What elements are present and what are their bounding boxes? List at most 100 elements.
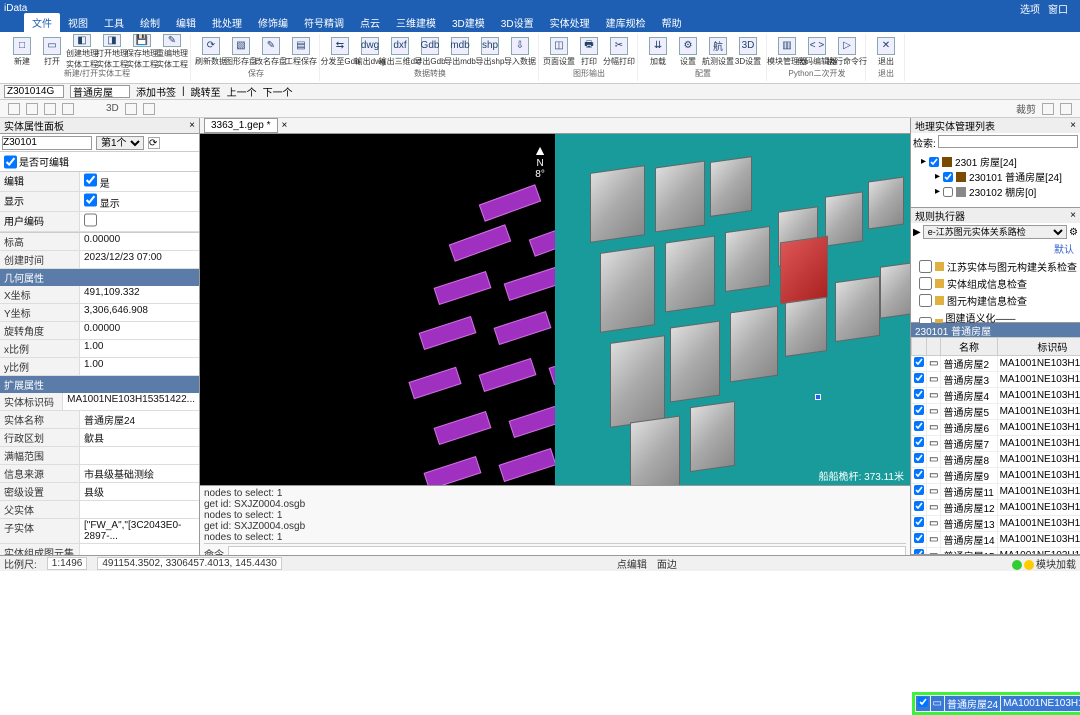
menu-tab[interactable]: 帮助 (654, 13, 690, 32)
menu-tab[interactable]: 符号精调 (296, 13, 352, 32)
building-3d[interactable] (730, 306, 778, 383)
table-row[interactable]: ▭普通房屋11MA1001NE103H1535... (912, 484, 1080, 500)
close-icon[interactable]: × (189, 120, 195, 131)
row-checkbox[interactable] (914, 485, 924, 495)
building-2d[interactable] (509, 404, 555, 438)
refresh-icon[interactable]: ⟳ (148, 137, 160, 149)
tree-node[interactable]: ▸ 230101 普通房屋[24] (913, 169, 1078, 184)
building-2d[interactable] (419, 316, 477, 350)
prop-row[interactable]: x比例1.00 (0, 340, 199, 358)
prop-row[interactable]: y比例1.00 (0, 358, 199, 376)
building-2d[interactable] (449, 224, 512, 261)
row-checkbox[interactable] (914, 421, 924, 431)
ribbon-button[interactable]: dxf输出三维dxf (386, 37, 414, 67)
building-3d[interactable] (835, 276, 880, 342)
anchor-marker-3d[interactable] (815, 394, 821, 400)
code-input[interactable] (4, 85, 64, 98)
tool-icon[interactable] (26, 103, 38, 115)
tool-icon[interactable] (1042, 103, 1054, 115)
tool-icon[interactable] (125, 103, 137, 115)
ribbon-button[interactable]: ◨打开地理实体工程 (98, 37, 126, 67)
editable-checkbox[interactable] (4, 155, 17, 169)
building-2d[interactable] (408, 367, 461, 400)
rule-item[interactable]: 图元构建信息检查 (913, 292, 1078, 309)
prop-checkbox[interactable] (84, 173, 97, 187)
ribbon-button[interactable]: ✎重编地理实体工程 (158, 37, 186, 67)
building-3d[interactable] (825, 191, 863, 246)
prop-row[interactable]: 信息来源市县级基础测绘 (0, 465, 199, 483)
menu-tab[interactable]: 修饰编 (250, 13, 296, 32)
close-icon[interactable]: × (282, 120, 288, 131)
menu-tab[interactable]: 点云 (352, 13, 388, 32)
row-checkbox[interactable] (914, 469, 924, 479)
default-link[interactable]: 默认 (911, 241, 1080, 256)
opt-link[interactable]: 选项 (1020, 1, 1040, 16)
rule-checkbox[interactable] (919, 277, 932, 290)
table-row[interactable]: ▭普通房屋4MA1001NE103H1535... (912, 388, 1080, 404)
layer-id-input[interactable] (2, 136, 92, 150)
row-checkbox[interactable] (914, 437, 924, 447)
tool-icon[interactable] (62, 103, 74, 115)
ribbon-button[interactable]: ▷执行命令行 (833, 37, 861, 67)
building-2d[interactable] (529, 219, 555, 256)
prop-row[interactable]: 实体名称普通房屋24 (0, 411, 199, 429)
menu-tab[interactable]: 3D建模 (444, 13, 493, 32)
close-icon[interactable]: × (1070, 210, 1076, 221)
prev-btn[interactable]: 上一个 (227, 84, 257, 99)
building-3d[interactable] (610, 335, 665, 428)
crop-label[interactable]: 裁剪 (1016, 101, 1036, 116)
viewport-2d[interactable]: ▲ N 8° (200, 134, 555, 485)
view-tab[interactable]: 3363_1.gep * (204, 118, 278, 133)
prop-row[interactable]: 创建时间2023/12/23 07:00 (0, 251, 199, 269)
viewport-3d[interactable]: 船船桅杆: 373.11米 (555, 134, 910, 485)
prop-row[interactable]: 标高0.00000 (0, 233, 199, 251)
building-2d[interactable] (434, 271, 492, 305)
building-3d[interactable] (630, 415, 680, 485)
row-checkbox[interactable] (914, 549, 924, 554)
row-checkbox[interactable] (914, 357, 924, 367)
building-2d[interactable] (504, 265, 555, 301)
row-checkbox[interactable] (914, 533, 924, 543)
scale-value[interactable]: 1:1496 (47, 557, 88, 570)
menu-tab[interactable]: 批处理 (204, 13, 250, 32)
building-3d[interactable] (880, 261, 910, 319)
table-row[interactable]: ▭普通房屋12MA1001NE103H1535... (912, 500, 1080, 516)
search-input[interactable] (938, 135, 1078, 148)
tree-checkbox[interactable] (943, 187, 953, 197)
layer-input[interactable] (70, 85, 130, 98)
ribbon-button[interactable]: mdb导出mdb (446, 37, 474, 67)
ribbon-button[interactable]: ◧创建地理实体工程 (68, 37, 96, 67)
menu-tab[interactable]: 视图 (60, 13, 96, 32)
ribbon-button[interactable]: □新建 (8, 37, 36, 67)
tool-icon[interactable] (143, 103, 155, 115)
bookmark-label[interactable]: 添加书签 (136, 84, 176, 99)
menu-tab[interactable]: 文件 (24, 13, 60, 32)
table-row[interactable]: ▭普通房屋3MA1001NE103H1535... (912, 372, 1080, 388)
ribbon-button[interactable]: ▭打开 (38, 37, 66, 67)
prop-row[interactable]: 父实体 (0, 501, 199, 519)
ribbon-button[interactable]: ⇊加载 (644, 37, 672, 67)
rule-item[interactable]: 实体组成信息检查 (913, 275, 1078, 292)
gear-icon[interactable]: ⚙ (1069, 227, 1078, 238)
tree-checkbox[interactable] (929, 157, 939, 167)
menu-tab[interactable]: 工具 (96, 13, 132, 32)
tree-checkbox[interactable] (943, 172, 953, 182)
rule-checkbox[interactable] (919, 294, 932, 307)
menu-tab[interactable]: 三维建模 (388, 13, 444, 32)
prop-row[interactable]: 旋转角度0.00000 (0, 322, 199, 340)
ribbon-button[interactable]: Gdb导出Gdb (416, 37, 444, 67)
window-link[interactable]: 窗口 (1048, 1, 1068, 16)
building-2d[interactable] (434, 411, 492, 445)
row-checkbox[interactable] (914, 501, 924, 511)
ribbon-button[interactable]: 🖶打印 (575, 37, 603, 67)
building-2d[interactable] (494, 311, 552, 345)
tool-icon[interactable] (1060, 103, 1072, 115)
prop-checkbox[interactable] (84, 193, 97, 207)
rule-checkbox[interactable] (919, 260, 932, 273)
menu-tab[interactable]: 3D设置 (493, 13, 542, 32)
ruleset-select[interactable]: e-江苏图元实体关系路检 (923, 225, 1067, 239)
building-3d[interactable] (590, 165, 645, 243)
building-3d[interactable] (725, 226, 770, 292)
ribbon-button[interactable]: ⚙设置 (674, 37, 702, 67)
table-row[interactable]: ▭普通房屋9MA1001NE103H1535... (912, 468, 1080, 484)
